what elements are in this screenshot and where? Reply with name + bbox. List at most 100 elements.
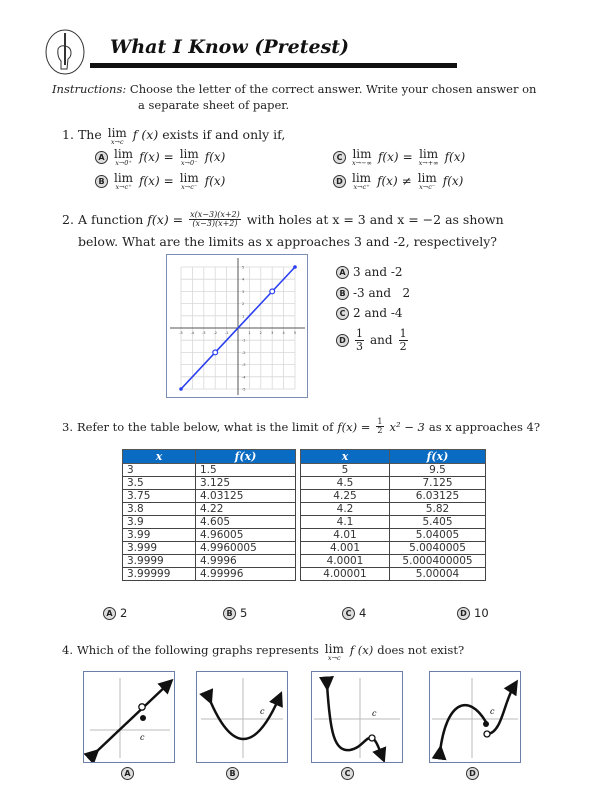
option-text: -3 and 2 <box>353 286 411 300</box>
y-tick-label: 3 <box>242 290 244 294</box>
x-tick-label: 2 <box>260 331 262 335</box>
cell-x: 3.75 <box>122 489 196 503</box>
fraction: 12 <box>398 327 408 352</box>
table-row: 4.001 5.0040005 <box>300 541 486 555</box>
option-text: 5 <box>240 606 248 620</box>
question-text: The <box>77 127 102 142</box>
option-letter-badge: D <box>333 174 346 188</box>
cell-x: 3.99999 <box>122 567 196 581</box>
y-tick-label: 5 <box>242 266 244 270</box>
x-tick-label: -5 <box>179 331 183 335</box>
cell-x: 4.5 <box>300 476 390 490</box>
q4-graph-c[interactable]: c <box>311 671 403 763</box>
cell-x: 5 <box>300 463 390 477</box>
table-row: 3.75 4.03125 <box>122 489 296 503</box>
question-number: 1. <box>62 127 74 142</box>
q2-option-c[interactable]: C 2 and -4 <box>336 306 403 320</box>
function-notation: f(x) <box>204 150 226 165</box>
function-notation: f(x) <box>204 174 226 189</box>
option-letter-badge: B <box>95 174 108 188</box>
graph-a-line-with-hole: c <box>83 678 174 765</box>
table-row: 4.0001 5.000400005 <box>300 554 486 568</box>
q3-option-d[interactable]: D 10 <box>457 606 489 620</box>
q3-option-b[interactable]: B5 <box>223 606 247 620</box>
q4-option-a-badge[interactable]: A <box>121 767 134 780</box>
q4-option-d-badge[interactable]: D <box>466 767 479 780</box>
cell-x: 3.999 <box>122 541 196 555</box>
table-row: 5 9.5 <box>300 463 486 477</box>
instructions-text: Choose the letter of the correct answer.… <box>126 82 537 96</box>
col-header-fx: f(x) <box>389 449 486 464</box>
c-label: c <box>490 707 495 716</box>
graph-d-jump-discontinuity: c <box>431 678 518 761</box>
hole-point <box>269 288 276 295</box>
page-title: What I Know (Pretest) <box>110 36 350 58</box>
question-1-stem: 1. The lim x→c f (x) exists if and only i… <box>62 127 285 146</box>
numerator: 1 <box>398 327 408 341</box>
lim-subscript: x→c <box>110 138 124 146</box>
q1-option-c[interactable]: Clim x→−∞ f(x) = lim x→+∞ f(x) <box>333 148 465 167</box>
cell-fx: 3.125 <box>195 476 296 490</box>
option-letter-badge: C <box>336 306 349 320</box>
x-tick-label: -2 <box>213 331 217 335</box>
question-number: 2. <box>62 212 74 228</box>
option-letter-badge: A <box>336 265 349 279</box>
q4-graph-b[interactable]: c <box>196 671 288 763</box>
cell-fx: 6.03125 <box>389 489 486 503</box>
table-row: 4.25 6.03125 <box>300 489 486 503</box>
table-row: 3 1.5 <box>122 463 296 477</box>
q2-option-d[interactable]: D 1 3 and 1 2 <box>336 328 410 352</box>
relation-symbol: = <box>163 150 174 165</box>
y-tick-label: 4 <box>242 278 245 282</box>
x-tick-label: 5 <box>294 331 296 335</box>
question-number: 3. <box>62 419 73 434</box>
question-text-suffix: as x approaches 4? <box>428 419 540 434</box>
cell-x: 3.8 <box>122 502 196 516</box>
cell-x: 3.9 <box>122 515 196 529</box>
function-notation: f (x) <box>349 643 374 657</box>
q1-option-d[interactable]: Dlim x→c⁺ f(x) ≠ lim x→c⁻ f(x) <box>333 172 463 191</box>
cell-fx: 5.00004 <box>389 567 486 581</box>
instructions-text-line2: a separate sheet of paper. <box>138 98 290 112</box>
x-tick-label: -4 <box>191 331 195 335</box>
question-text-suffix: with holes at x = 3 and x = −2 as shown <box>246 212 504 228</box>
cell-x: 3 <box>122 463 196 477</box>
denominator: (x−3)(x+2) <box>192 219 238 229</box>
option-letter-badge: C <box>333 150 346 164</box>
option-letter-badge: A <box>95 150 108 164</box>
q1-option-b[interactable]: Blim x→c⁺ f(x) = lim x→c⁻ f(x) <box>95 172 225 191</box>
cell-fx: 7.125 <box>389 476 486 490</box>
function-notation: f(x) = <box>337 419 371 434</box>
relation-symbol: = <box>163 174 174 189</box>
cell-fx: 5.82 <box>389 502 486 516</box>
option-text: 3 and -2 <box>353 265 403 279</box>
table-row: 4.00001 5.00004 <box>300 567 486 581</box>
q2-option-a[interactable]: A 3 and -2 <box>336 265 403 279</box>
function-notation: f(x) = <box>147 212 184 228</box>
q4-graph-a[interactable]: c <box>83 671 175 765</box>
cell-x: 3.99 <box>122 528 196 542</box>
limit-right: lim x→c⁻ <box>418 172 437 191</box>
option-text: 4 <box>359 606 367 620</box>
q2-line-graph: -5 -4 -3 -2 -1 1 2 3 4 5-5-4-3-2-112345 <box>170 258 305 395</box>
q2-graph-frame: -5 -4 -3 -2 -1 1 2 3 4 5 -5 -4 -3 -2 -1 1 2 3 4 5 <box>166 254 308 398</box>
lim-subscript: x→−∞ <box>352 159 372 167</box>
q3-option-a[interactable]: A2 <box>103 606 127 620</box>
table-row: 3.9999 4.9996 <box>122 554 296 568</box>
rational-function: x(x−3)(x+2) (x−3)(x+2) <box>189 210 241 229</box>
y-tick-label: -4 <box>242 375 246 379</box>
x-tick-label: -1 <box>225 331 229 335</box>
cell-fx: 4.9996 <box>195 554 296 568</box>
c-label: c <box>372 709 377 718</box>
q1-option-a[interactable]: Alim x→0⁺ f(x) = lim x→0⁻ f(x) <box>95 148 225 167</box>
q2-option-b[interactable]: B -3 and 2 <box>336 286 410 300</box>
q3-option-c[interactable]: C4 <box>342 606 366 620</box>
denominator: 2 <box>377 426 383 436</box>
q4-graph-d[interactable]: c <box>429 671 521 763</box>
q4-option-b-badge[interactable]: B <box>226 767 239 780</box>
q4-option-c-badge[interactable]: C <box>341 767 354 780</box>
cell-x: 3.9999 <box>122 554 196 568</box>
cell-x: 3.5 <box>122 476 196 490</box>
limit-right: lim x→c⁻ <box>180 172 199 191</box>
limit-left: lim x→0⁺ <box>114 148 133 167</box>
